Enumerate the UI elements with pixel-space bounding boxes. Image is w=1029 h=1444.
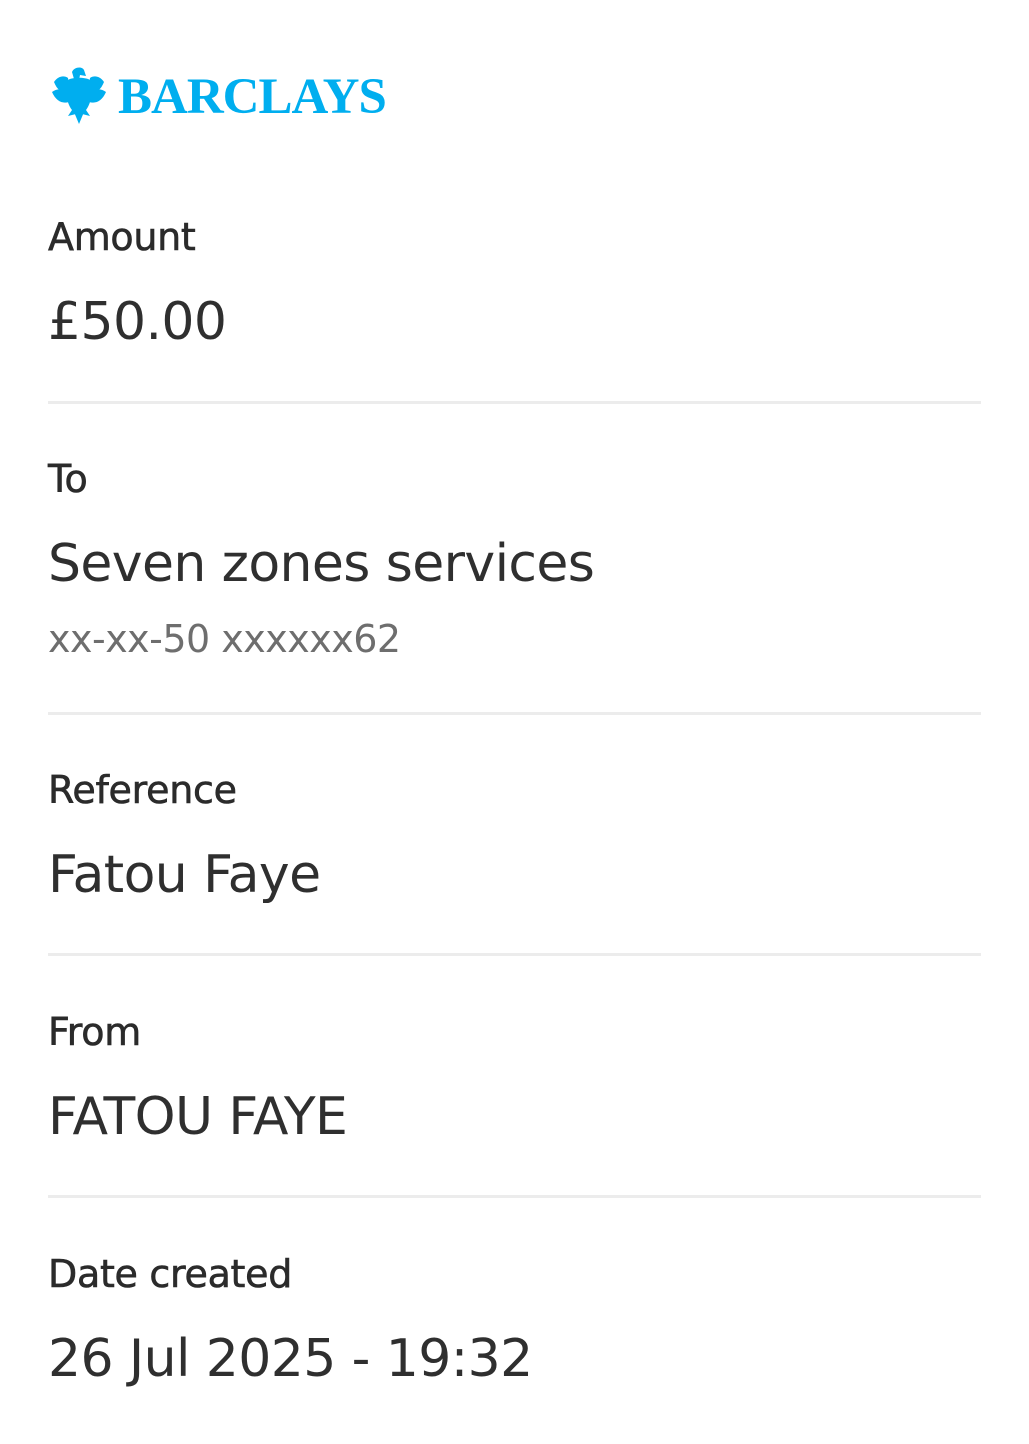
- reference-section: Reference Fatou Faye: [48, 771, 981, 911]
- to-section: To Seven zones services xx-xx-50 xxxxxx6…: [48, 460, 981, 670]
- date-created-section: Date created 26 Jul 2025 - 19:32: [48, 1255, 981, 1395]
- date-created-label: Date created: [48, 1252, 293, 1296]
- divider: [48, 1195, 981, 1198]
- from-label: From: [48, 1010, 142, 1054]
- divider: [48, 401, 981, 404]
- eagle-icon: [52, 67, 106, 124]
- reference-label: Reference: [48, 768, 238, 812]
- divider: [48, 953, 981, 956]
- payee-account-number: xx-xx-50 xxxxxx62: [48, 617, 401, 661]
- to-label: To: [48, 457, 88, 501]
- barclays-logo: BARCLAYS: [52, 64, 387, 126]
- from-account-name: FATOU FAYE: [48, 1087, 348, 1147]
- amount-value: £50.00: [48, 292, 227, 352]
- divider: [48, 712, 981, 715]
- date-created-value: 26 Jul 2025 - 19:32: [48, 1329, 533, 1389]
- payee-name: Seven zones services: [48, 534, 595, 594]
- brand-name: BARCLAYS: [118, 68, 387, 125]
- reference-value: Fatou Faye: [48, 845, 321, 905]
- amount-label: Amount: [48, 215, 196, 259]
- from-section: From FATOU FAYE: [48, 1013, 981, 1153]
- amount-section: Amount £50.00: [48, 218, 981, 358]
